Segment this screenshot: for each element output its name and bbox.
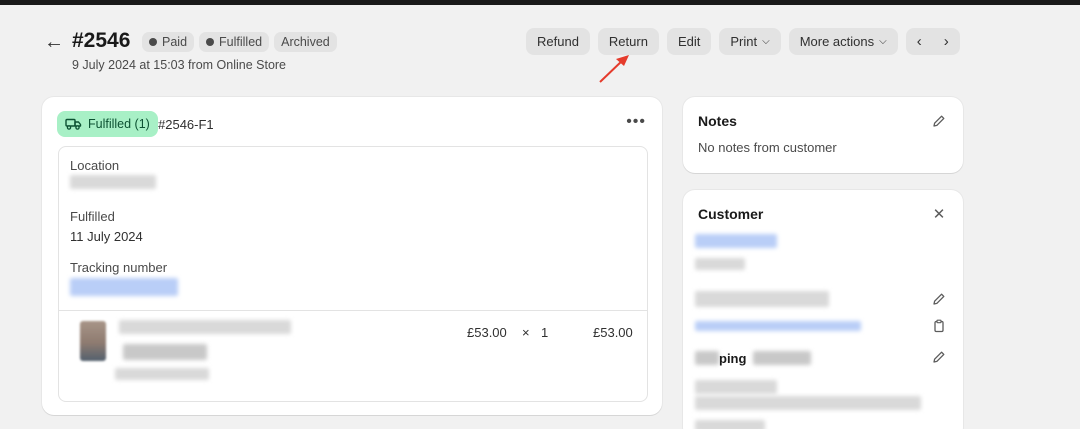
product-variant-redacted xyxy=(123,344,207,360)
product-thumbnail xyxy=(80,321,106,361)
status-dot-icon xyxy=(149,38,157,46)
edit-contact-pencil-icon[interactable] xyxy=(931,291,947,307)
shipping-address-line-2-redacted xyxy=(695,396,921,410)
fulfilled-date: 11 July 2024 xyxy=(70,229,143,244)
tracking-number-link-redacted[interactable] xyxy=(70,278,178,296)
print-button[interactable]: Print ⌵ xyxy=(719,28,781,55)
fulfillment-details: Location Fulfilled 11 July 2024 Tracking… xyxy=(58,146,648,402)
location-label: Location xyxy=(70,158,120,173)
chevron-down-icon: ⌵ xyxy=(879,36,887,47)
status-badge-fulfilled: Fulfilled xyxy=(199,32,270,52)
tracking-number-label: Tracking number xyxy=(70,260,168,275)
refund-button[interactable]: Refund xyxy=(526,28,590,55)
product-title-redacted[interactable] xyxy=(119,320,291,334)
shipping-heading-redacted-start xyxy=(695,351,719,365)
divider xyxy=(59,310,647,311)
annotation-arrow-icon xyxy=(599,55,629,83)
customer-name-link-redacted[interactable] xyxy=(695,234,777,248)
badge-label: Archived xyxy=(281,35,330,49)
back-arrow-icon[interactable]: ← xyxy=(44,31,64,53)
contact-heading-redacted xyxy=(695,291,829,307)
badge-label: Paid xyxy=(162,35,188,49)
status-badge-paid: Paid xyxy=(142,32,195,52)
shipping-heading-fragment: ping xyxy=(719,351,747,366)
customer-card: Customer ✕ ping xyxy=(683,190,963,429)
location-value-redacted xyxy=(70,175,156,189)
status-badges: Paid Fulfilled Archived xyxy=(142,32,337,52)
chevron-down-icon: ⌵ xyxy=(762,36,770,47)
more-actions-label: More actions xyxy=(799,34,875,49)
truck-icon xyxy=(65,118,82,130)
notes-card: Notes No notes from customer xyxy=(683,97,963,173)
fulfillment-card: Fulfilled (1) #2546-F1 ••• Location Fulf… xyxy=(42,97,662,415)
edit-button[interactable]: Edit xyxy=(666,28,712,55)
order-subtitle: 9 July 2024 at 15:03 from Online Store xyxy=(72,58,287,72)
unit-price: £53.00 xyxy=(467,325,507,340)
quantity: 1 xyxy=(541,325,549,340)
print-label: Print xyxy=(730,34,758,49)
order-number: #2546 xyxy=(72,29,131,52)
fulfilled-status-badge: Fulfilled (1) xyxy=(57,111,158,137)
more-options-icon[interactable]: ••• xyxy=(626,113,646,131)
customer-email-link-redacted[interactable] xyxy=(695,321,861,331)
order-pagination: ‹ › xyxy=(905,28,960,55)
edit-notes-pencil-icon[interactable] xyxy=(931,113,947,129)
copy-clipboard-icon[interactable] xyxy=(931,318,947,334)
product-sku-redacted xyxy=(115,368,209,380)
customer-orders-redacted xyxy=(695,258,745,270)
notes-text: No notes from customer xyxy=(698,140,837,155)
customer-title: Customer xyxy=(698,206,764,222)
notes-title: Notes xyxy=(698,113,737,129)
shipping-address-line-3-redacted xyxy=(695,420,765,429)
order-actions: Refund Return Edit Print ⌵ More actions … xyxy=(526,28,960,55)
multiply-sign: × xyxy=(522,325,530,340)
fulfilled-badge-label: Fulfilled (1) xyxy=(88,117,150,131)
window-top-bar xyxy=(0,0,1080,5)
badge-label: Fulfilled xyxy=(219,35,263,49)
fulfilled-label: Fulfilled xyxy=(70,209,115,224)
line-total: £53.00 xyxy=(593,325,633,340)
edit-shipping-pencil-icon[interactable] xyxy=(931,349,947,365)
next-order-chevron-icon[interactable]: › xyxy=(933,28,960,55)
shipping-heading-redacted-end xyxy=(753,351,811,365)
status-dot-icon xyxy=(206,38,215,46)
shipping-address-line-1-redacted xyxy=(695,380,777,394)
fulfillment-id: #2546-F1 xyxy=(158,117,214,132)
previous-order-chevron-icon[interactable]: ‹ xyxy=(906,28,933,55)
status-badge-archived: Archived xyxy=(274,32,337,52)
more-actions-button[interactable]: More actions ⌵ xyxy=(788,28,898,55)
close-icon[interactable]: ✕ xyxy=(931,206,947,223)
return-button[interactable]: Return xyxy=(597,28,659,55)
